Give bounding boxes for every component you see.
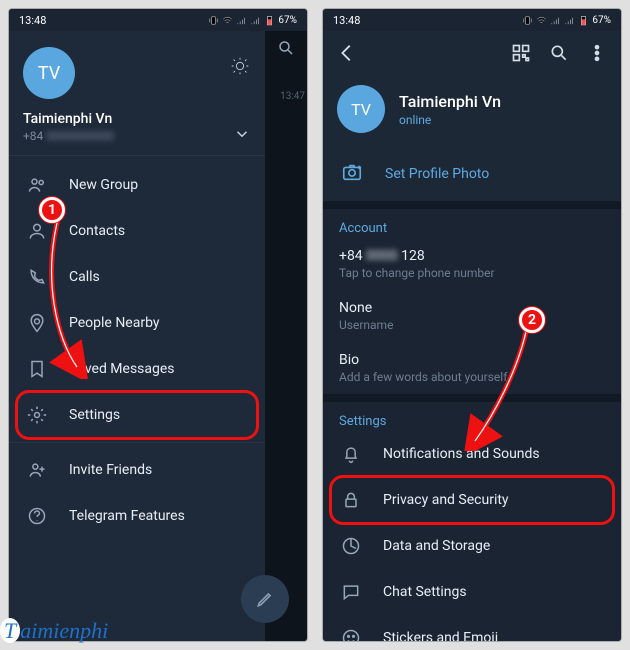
account-bio-row[interactable]: Bio Add a few words about yourself — [323, 342, 621, 394]
section-title-settings: Settings — [323, 402, 621, 431]
qr-icon[interactable] — [505, 37, 537, 69]
settings-section: Settings Notifications and Sounds Privac… — [323, 402, 621, 642]
user-avatar[interactable]: TV — [23, 47, 75, 99]
account-bio-value: Bio — [339, 352, 605, 368]
account-username-value: None — [339, 300, 605, 316]
settings-chat-settings[interactable]: Chat Settings — [323, 569, 621, 615]
signal2-icon — [564, 15, 575, 26]
camera-icon — [341, 161, 363, 187]
lock-icon — [341, 490, 361, 510]
account-phone-value: +84 0000 128 — [339, 248, 605, 264]
account-bio-sub: Add a few words about yourself — [339, 370, 605, 384]
chevron-down-icon[interactable] — [233, 125, 251, 143]
navigation-drawer: TV Taimienphi Vn +84 0000000000 New Grou… — [9, 31, 265, 641]
battery-icon — [264, 15, 275, 26]
account-username-row[interactable]: None Username — [323, 290, 621, 342]
signal-icon — [236, 15, 247, 26]
account-section: Account +84 0000 128 Tap to change phone… — [323, 209, 621, 394]
settings-notifications[interactable]: Notifications and Sounds — [323, 431, 621, 477]
wifi-icon — [536, 15, 547, 26]
more-icon[interactable] — [581, 37, 613, 69]
menu-label: Settings — [69, 407, 120, 423]
user-name: Taimienphi Vn — [23, 111, 114, 127]
sticker-icon — [341, 628, 361, 642]
profile-header: TV Taimienphi Vn online — [323, 75, 621, 147]
status-icons: 67% — [208, 15, 297, 26]
location-icon — [27, 313, 47, 333]
back-button[interactable] — [331, 37, 363, 69]
menu-people-nearby[interactable]: People Nearby — [9, 300, 265, 346]
settings-data-storage[interactable]: Data and Storage — [323, 523, 621, 569]
status-bar: 13:48 67% — [323, 9, 621, 31]
signal-icon — [550, 15, 561, 26]
bookmark-icon — [27, 359, 47, 379]
menu-label: Telegram Features — [69, 508, 185, 524]
vibrate-icon — [522, 15, 533, 26]
settings-label: Data and Storage — [383, 538, 490, 554]
search-icon[interactable] — [277, 39, 295, 61]
status-icons: 67% — [522, 15, 611, 26]
menu-invite-friends[interactable]: Invite Friends — [9, 447, 265, 493]
status-time: 13:48 — [333, 14, 360, 27]
set-profile-photo[interactable]: Set Profile Photo — [323, 147, 621, 209]
drawer-header: TV — [9, 31, 265, 111]
phone-drawer-screenshot: 13:48 67% 13:47 TV Taimienphi Vn +84 000… — [8, 8, 308, 642]
account-phone-row[interactable]: +84 0000 128 Tap to change phone number — [323, 238, 621, 290]
menu-settings[interactable]: Settings — [9, 392, 265, 438]
settings-toolbar — [323, 31, 621, 75]
settings-label: Chat Settings — [383, 584, 467, 600]
settings-privacy-security[interactable]: Privacy and Security — [323, 477, 621, 523]
annotation-highlight-1 — [15, 390, 259, 440]
account-phone-sub: Tap to change phone number — [339, 266, 605, 280]
chat-icon — [341, 582, 361, 602]
signal2-icon — [250, 15, 261, 26]
settings-label: Privacy and Security — [383, 492, 509, 508]
invite-icon — [27, 460, 47, 480]
menu-calls[interactable]: Calls — [9, 254, 265, 300]
watermark: Taimienphi — [0, 618, 108, 644]
bell-icon — [341, 444, 361, 464]
gear-icon — [27, 405, 47, 425]
wifi-icon — [222, 15, 233, 26]
phone-icon — [27, 267, 47, 287]
annotation-callout-1: 1 — [39, 197, 65, 223]
compose-fab[interactable] — [241, 575, 289, 623]
menu-label: People Nearby — [69, 315, 160, 331]
section-title-account: Account — [323, 209, 621, 238]
profile-name: Taimienphi Vn — [399, 92, 501, 111]
annotation-callout-2: 2 — [519, 307, 545, 333]
group-icon — [27, 175, 47, 195]
search-icon[interactable] — [543, 37, 575, 69]
menu-label: Invite Friends — [69, 462, 152, 478]
menu-saved-messages[interactable]: Saved Messages — [9, 346, 265, 392]
menu-label: Saved Messages — [69, 361, 175, 377]
settings-stickers-emoji[interactable]: Stickers and Emoji — [323, 615, 621, 642]
settings-label: Notifications and Sounds — [383, 446, 540, 462]
contact-icon — [27, 221, 47, 241]
menu-label: Contacts — [69, 223, 125, 239]
set-photo-label: Set Profile Photo — [385, 166, 489, 182]
phone-settings-screenshot: 13:48 67% TV Taimienphi Vn online Set Pr… — [322, 8, 622, 642]
menu-label: Calls — [69, 269, 100, 285]
status-bar: 13:48 67% — [9, 9, 307, 31]
battery-icon — [578, 15, 589, 26]
user-phone: +84 0000000000 — [23, 129, 114, 143]
status-time: 13:48 — [19, 14, 46, 27]
vibrate-icon — [208, 15, 219, 26]
settings-label: Stickers and Emoji — [383, 630, 498, 642]
menu-label: New Group — [69, 177, 138, 193]
profile-status: online — [399, 113, 501, 127]
drawer-user-info[interactable]: Taimienphi Vn +84 0000000000 — [9, 111, 265, 155]
profile-avatar[interactable]: TV — [337, 85, 385, 133]
account-username-sub: Username — [339, 318, 605, 332]
background-chat-preview: 13:47 — [265, 31, 307, 641]
data-icon — [341, 536, 361, 556]
menu-telegram-features[interactable]: Telegram Features — [9, 493, 265, 539]
theme-toggle-icon[interactable] — [229, 55, 251, 77]
help-icon — [27, 506, 47, 526]
